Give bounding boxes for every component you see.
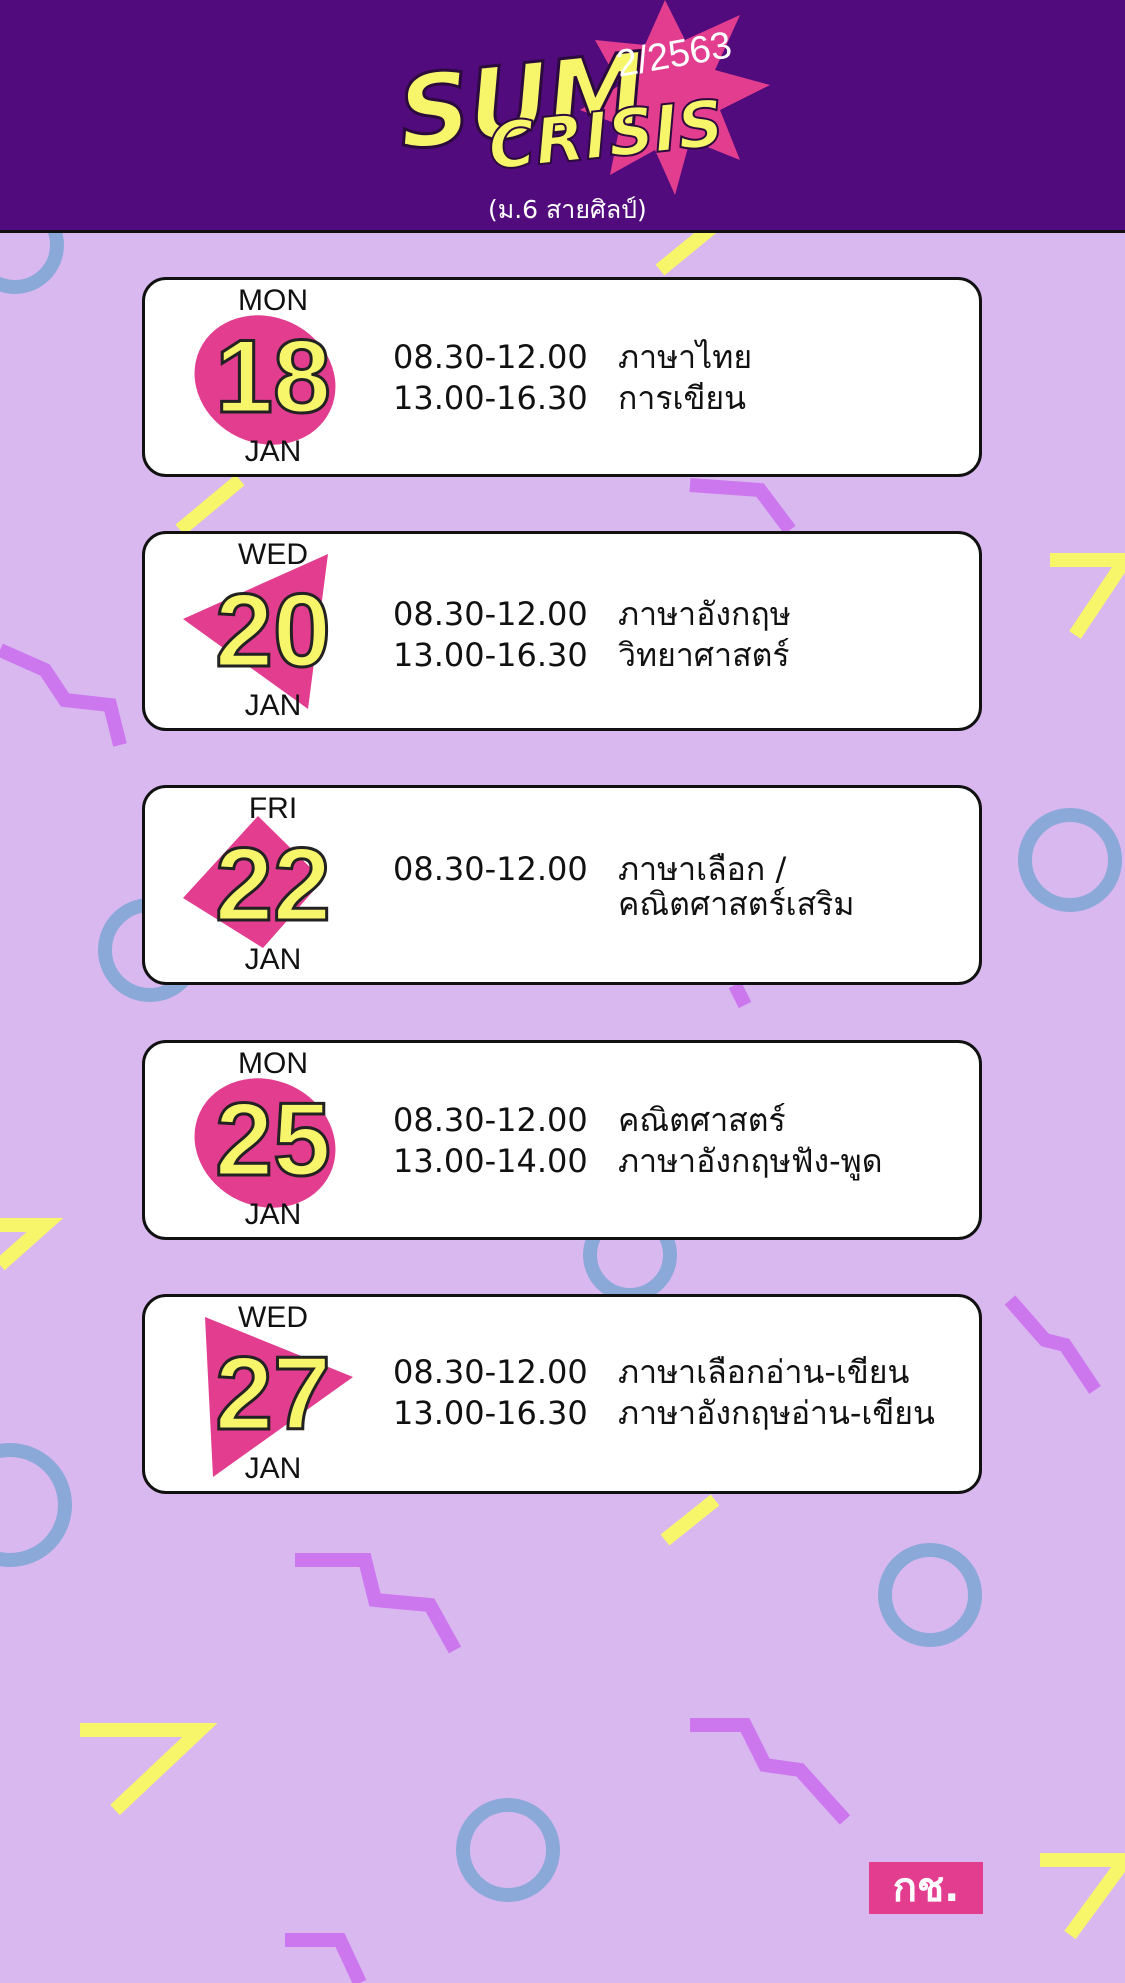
session-row: 08.30-12.00 ภาษาไทย <box>393 337 752 378</box>
session-list: 08.30-12.00 ภาษาอังกฤษ 13.00-16.30 วิทยา… <box>393 594 791 676</box>
month-label: JAN <box>244 435 302 468</box>
session-list: 08.30-12.00 ภาษาเลือกอ่าน-เขียน 13.00-16… <box>393 1352 935 1434</box>
schedule-card: MON 25 JAN 08.30-12.00 คณิตศาสตร์ 13.00-… <box>142 1040 982 1240</box>
session-subject: ภาษาเลือก / คณิตศาสตร์เสริม <box>618 850 855 923</box>
session-subject: ภาษาอังกฤษฟัง-พูด <box>618 1142 883 1180</box>
schedule-card: MON 18 JAN 08.30-12.00 ภาษาไทย 13.00-16.… <box>142 277 982 477</box>
month-label: JAN <box>244 1198 302 1231</box>
day-number: 27 <box>214 1335 333 1453</box>
session-time: 13.00-16.30 <box>393 1394 588 1432</box>
weekday-label: WED <box>238 538 308 571</box>
weekday-label: WED <box>238 1301 308 1334</box>
session-row: 13.00-16.30 การเขียน <box>393 378 752 419</box>
schedule-card: WED 20 JAN 08.30-12.00 ภาษาอังกฤษ 13.00-… <box>142 531 982 731</box>
session-time: 13.00-14.00 <box>393 1142 588 1180</box>
session-row: 08.30-12.00 ภาษาเลือกอ่าน-เขียน <box>393 1352 935 1393</box>
session-time: 08.30-12.00 <box>393 850 588 888</box>
session-subject: ภาษาไทย <box>618 338 753 376</box>
date-badge: MON 25 JAN <box>183 1043 363 1243</box>
header-banner: SUM 2/2563 CRISIS (ม.6 สายศิลป์) <box>0 0 1125 233</box>
session-row: 08.30-12.00 ภาษาเลือก / คณิตศาสตร์เสริม <box>393 852 854 922</box>
day-number: 20 <box>214 572 333 690</box>
session-row: 13.00-16.30 ภาษาอังกฤษอ่าน-เขียน <box>393 1393 935 1434</box>
day-number: 25 <box>214 1081 333 1199</box>
session-time: 13.00-16.30 <box>393 379 588 417</box>
session-row: 08.30-12.00 คณิตศาสตร์ <box>393 1100 883 1141</box>
brand-logo: กช. <box>869 1862 983 1914</box>
schedule-card: WED 27 JAN 08.30-12.00 ภาษาเลือกอ่าน-เขี… <box>142 1294 982 1494</box>
session-row: 13.00-16.30 วิทยาศาสตร์ <box>393 635 791 676</box>
session-subject: การเขียน <box>618 379 746 417</box>
session-subject: คณิตศาสตร์ <box>618 1101 786 1139</box>
date-badge: WED 27 JAN <box>183 1297 363 1497</box>
day-number: 18 <box>214 318 333 436</box>
date-badge: FRI 22 JAN <box>183 788 363 988</box>
session-time: 08.30-12.00 <box>393 338 588 376</box>
session-row: 13.00-14.00 ภาษาอังกฤษฟัง-พูด <box>393 1141 883 1182</box>
session-list: 08.30-12.00 คณิตศาสตร์ 13.00-14.00 ภาษาอ… <box>393 1100 883 1182</box>
session-time: 08.30-12.00 <box>393 1353 588 1391</box>
session-row: 08.30-12.00 ภาษาอังกฤษ <box>393 594 791 635</box>
session-list: 08.30-12.00 ภาษาเลือก / คณิตศาสตร์เสริม <box>393 852 854 922</box>
weekday-label: FRI <box>248 792 298 825</box>
date-badge: MON 18 JAN <box>183 280 363 480</box>
weekday-label: MON <box>238 1047 308 1080</box>
session-subject: ภาษาเลือกอ่าน-เขียน <box>618 1353 910 1391</box>
day-number: 22 <box>214 826 333 944</box>
schedule-card: FRI 22 JAN 08.30-12.00 ภาษาเลือก / คณิตศ… <box>142 785 982 985</box>
logo-subtitle: (ม.6 สายศิลป์) <box>488 195 647 224</box>
session-time: 13.00-16.30 <box>393 636 588 674</box>
session-time: 08.30-12.00 <box>393 595 588 633</box>
month-label: JAN <box>244 1452 302 1485</box>
month-label: JAN <box>244 689 302 722</box>
session-subject: วิทยาศาสตร์ <box>618 636 790 674</box>
weekday-label: MON <box>238 284 308 317</box>
month-label: JAN <box>244 943 302 976</box>
session-subject: ภาษาอังกฤษอ่าน-เขียน <box>618 1394 935 1432</box>
session-time: 08.30-12.00 <box>393 1101 588 1139</box>
session-list: 08.30-12.00 ภาษาไทย 13.00-16.30 การเขียน <box>393 337 752 419</box>
session-subject: ภาษาอังกฤษ <box>618 595 791 633</box>
date-badge: WED 20 JAN <box>183 534 363 734</box>
